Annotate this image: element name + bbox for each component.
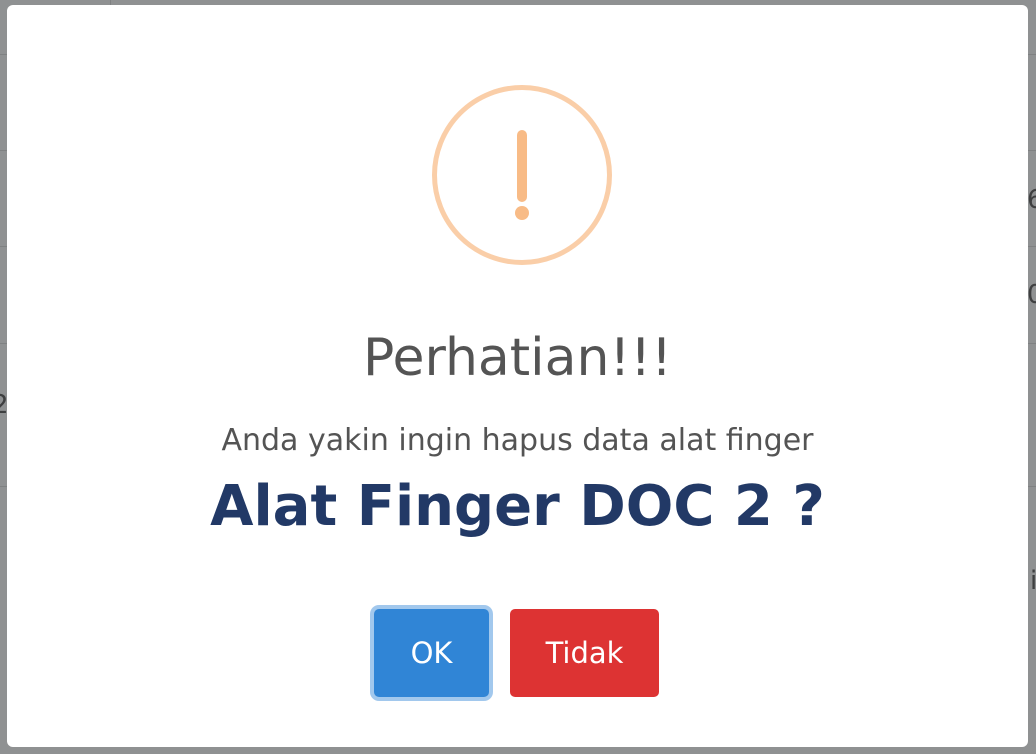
ok-button[interactable]: OK	[374, 609, 489, 697]
background-cell-text: 0	[1027, 280, 1036, 310]
background-cell-text: i	[1030, 566, 1036, 596]
dialog-message: Anda yakin ingin hapus data alat finger	[221, 423, 814, 458]
background-cell-text: 6	[1027, 185, 1036, 215]
confirm-delete-dialog: Perhatian!!! Anda yakin ingin hapus data…	[7, 5, 1028, 747]
exclamation-dot	[515, 206, 529, 220]
exclamation-bar	[517, 130, 527, 202]
warning-exclamation-icon	[432, 85, 612, 265]
dialog-title: Perhatian!!!	[363, 328, 672, 388]
cancel-button[interactable]: Tidak	[510, 609, 659, 697]
device-name: Alat Finger DOC 2 ?	[210, 474, 825, 539]
